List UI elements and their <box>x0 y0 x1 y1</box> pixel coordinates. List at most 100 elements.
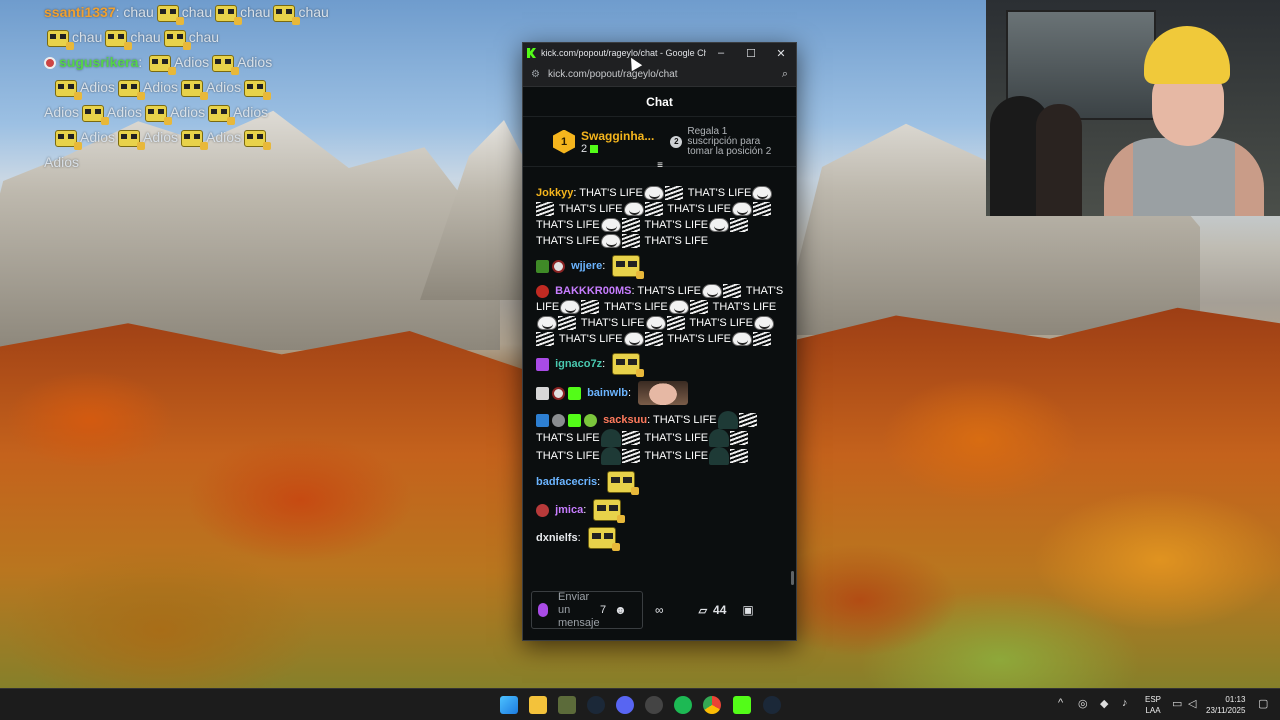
trollface-emote-icon <box>709 218 730 233</box>
trollface-emote-icon <box>645 316 666 331</box>
spotify-icon[interactable] <box>674 696 692 714</box>
discord-icon[interactable] <box>616 696 634 714</box>
chat-message: Jokkyy: THAT'S LIFE THAT'S LIFE THAT'S L… <box>536 185 784 249</box>
start-button[interactable] <box>500 696 518 714</box>
trollface-emote-icon <box>702 284 723 299</box>
file-explorer-icon[interactable] <box>529 696 547 714</box>
sign-emote-icon <box>666 316 685 331</box>
rank-2-badge: 2 <box>670 135 683 148</box>
chat-popout-window[interactable]: kick.com/popout/rageylo/chat - Google Ch… <box>522 42 797 641</box>
sign-emote-icon <box>644 332 663 347</box>
message-username[interactable]: Jokkyy <box>536 187 573 199</box>
zoom-icon[interactable]: ⌕ <box>782 68 788 81</box>
store-icon[interactable]: ▣ <box>742 603 753 617</box>
microphone-icon[interactable] <box>538 603 548 617</box>
purple-badge-icon <box>536 357 549 371</box>
kick-logo-icon <box>527 48 536 58</box>
emoji-icon[interactable]: ☻ <box>614 603 627 617</box>
chat-message: dxnielfs: <box>536 527 784 551</box>
trollface-emote-icon <box>560 300 581 315</box>
maximize-button[interactable]: ☐ <box>736 47 766 60</box>
emote-icon <box>47 29 74 50</box>
chat-message: BAKKKR00MS: THAT'S LIFE THAT'S LIFE THAT… <box>536 284 784 347</box>
clock[interactable]: 01:13 23/11/2025 <box>1206 694 1245 716</box>
message-username[interactable]: BAKKKR00MS <box>555 285 631 297</box>
message-username[interactable]: badfacecris <box>536 476 597 488</box>
trollface-emote-icon <box>537 316 557 331</box>
volume-icon[interactable]: ◁ <box>1188 697 1196 710</box>
sign-emote-icon <box>730 431 749 445</box>
taskbar: ^ ◎ ◆ ♪ ESP LAA ▭ ◁ 01:13 23/11/2025 ▢ <box>0 688 1280 720</box>
chat-header: Chat <box>523 87 796 117</box>
app-icon[interactable] <box>558 696 576 714</box>
sign-emote-icon <box>753 202 771 217</box>
chat-message: badfacecris: <box>536 471 784 495</box>
message-username[interactable]: wjjere <box>571 260 602 272</box>
address-bar[interactable]: ⚙ kick.com/popout/rageylo/chat ⌕ <box>523 63 796 87</box>
trollface-emote-icon <box>732 332 752 347</box>
tickets-button[interactable]: ▱ 44 <box>699 603 727 617</box>
round-badge-icon <box>536 503 549 517</box>
steam-icon[interactable] <box>763 696 781 714</box>
overlay-line-6: Adios Adios Adios <box>44 125 354 150</box>
ticket-icon: ▱ <box>698 604 708 617</box>
message-username[interactable]: dxnielfs <box>536 532 578 544</box>
overlay-line-2: chau chau chau <box>44 25 354 50</box>
sign-emote-icon <box>621 431 640 445</box>
collapse-handle-icon[interactable]: ≡ <box>654 161 666 172</box>
emote-icon <box>208 104 236 125</box>
webcam-streamer-torso <box>1104 138 1264 216</box>
sunglasses-emote-icon <box>612 353 645 377</box>
overlay-username: ssanti1337 <box>44 4 116 20</box>
mask-badge-icon <box>552 259 565 273</box>
seventv-icon[interactable]: 7 <box>600 604 606 616</box>
tray-expand-icon[interactable]: ^ <box>1058 697 1063 709</box>
sign-emote-icon <box>621 449 640 463</box>
emote-icon <box>244 79 272 100</box>
trollface-emote-icon <box>623 332 644 347</box>
kick-icon[interactable] <box>733 696 751 714</box>
sunglasses-emote-icon <box>587 527 620 551</box>
message-username[interactable]: jmica <box>555 504 583 516</box>
emote-icon <box>181 79 209 100</box>
badge-icon <box>44 57 56 70</box>
cannabis-badge-icon <box>536 259 549 273</box>
channel-points-icon[interactable]: ∞ <box>655 603 665 617</box>
trollface-emote-icon <box>623 202 644 217</box>
overlay-line-4: Adios Adios Adios <box>44 75 354 100</box>
notifications-icon[interactable]: ▢ <box>1258 697 1268 710</box>
network-icon[interactable]: ▭ <box>1172 697 1182 710</box>
chrome-icon[interactable] <box>703 696 721 714</box>
language-indicator[interactable]: ESP LAA <box>1145 694 1161 716</box>
close-button[interactable]: ✕ <box>766 47 796 60</box>
top-gifter[interactable]: Swagginha... 2 <box>581 129 654 155</box>
message-input[interactable]: Enviar un mensaje 7 ☻ <box>531 591 643 629</box>
site-info-icon[interactable]: ⚙ <box>531 69 540 80</box>
gift-badge-icon <box>568 413 581 427</box>
tray-app-icon[interactable]: ◆ <box>1100 697 1108 710</box>
window-titlebar[interactable]: kick.com/popout/rageylo/chat - Google Ch… <box>523 43 796 63</box>
sign-emote-icon <box>664 186 683 201</box>
url-text[interactable]: kick.com/popout/rageylo/chat <box>548 69 782 80</box>
sub-badge-icon <box>536 284 549 298</box>
message-username[interactable]: sacksuu <box>603 414 647 426</box>
chat-message: ignaco7z: <box>536 353 784 377</box>
message-placeholder[interactable]: Enviar un mensaje <box>558 591 600 630</box>
gifter-name[interactable]: Swagginha... <box>581 129 654 143</box>
steam-icon[interactable] <box>587 696 605 714</box>
tray-app-icon[interactable]: ◎ <box>1078 697 1088 710</box>
face-emote-icon <box>638 381 689 405</box>
message-username[interactable]: bainwlb <box>587 387 628 399</box>
sign-emote-icon <box>536 202 554 217</box>
pinned-gifter-banner[interactable]: 1 Swagginha... 2 2 Regala 1 suscripción … <box>523 117 796 171</box>
obs-icon[interactable] <box>645 696 663 714</box>
chat-message: wjjere: <box>536 255 784 279</box>
microphone-tray-icon[interactable]: ♪ <box>1122 697 1128 709</box>
window-title: kick.com/popout/rageylo/chat - Google Ch… <box>541 48 706 58</box>
emote-icon <box>118 129 146 150</box>
message-username[interactable]: ignaco7z <box>555 358 602 370</box>
chat-message-list[interactable]: Jokkyy: THAT'S LIFE THAT'S LIFE THAT'S L… <box>523 179 796 591</box>
sign-emote-icon <box>723 284 742 299</box>
minimize-button[interactable]: – <box>706 47 736 59</box>
emote-icon <box>244 129 272 150</box>
